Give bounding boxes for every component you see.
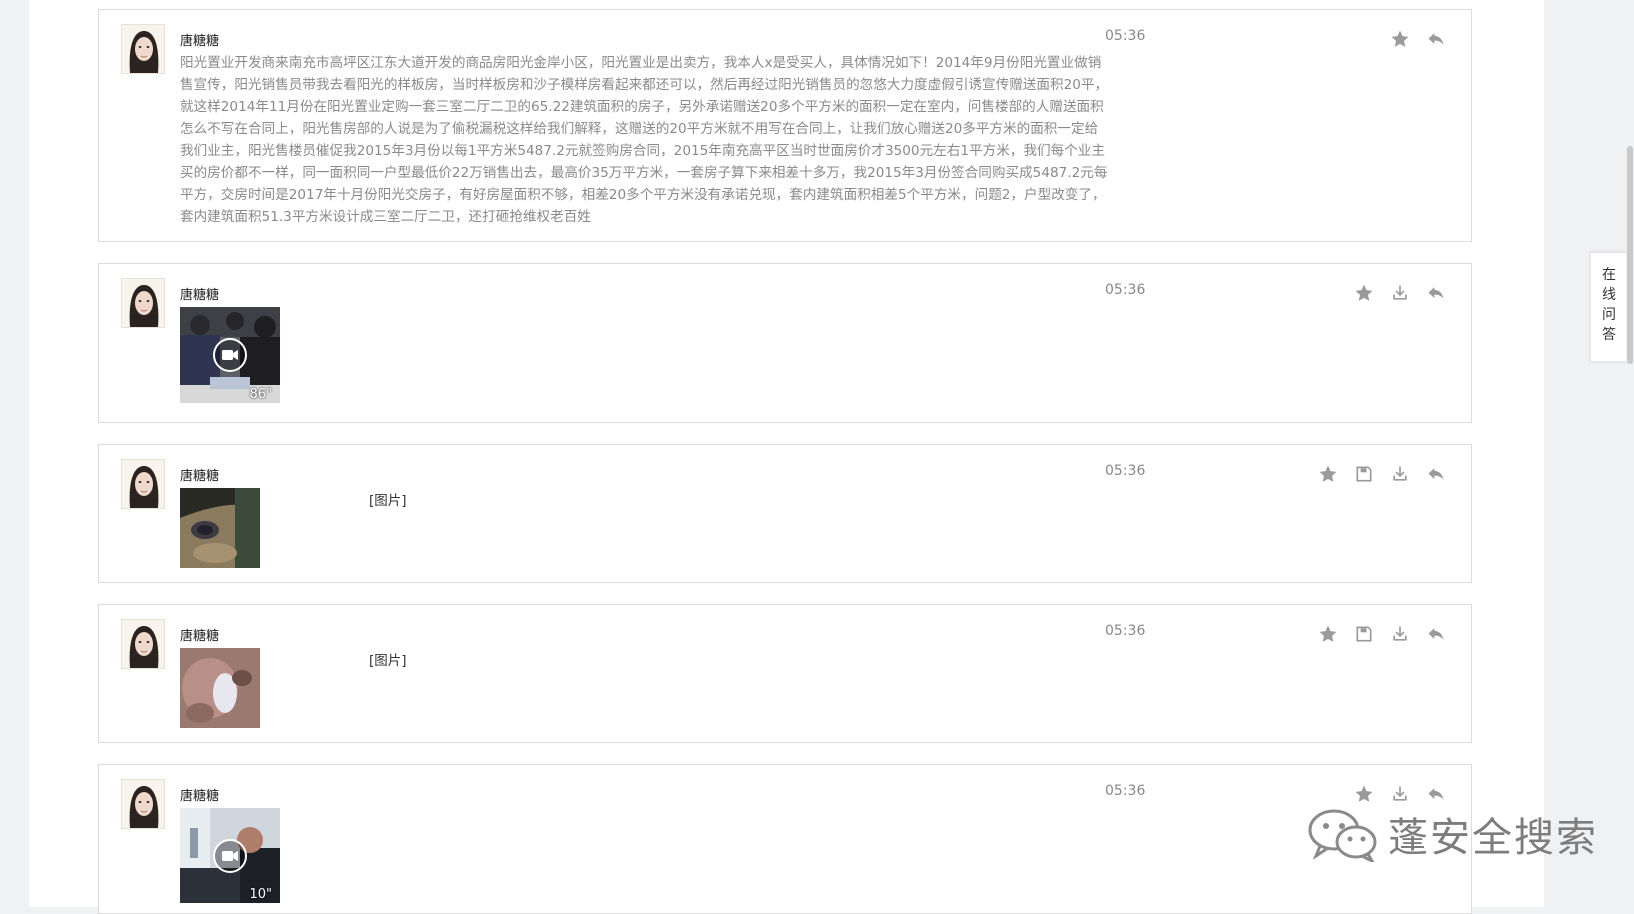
side-tab-char: 线: [1602, 287, 1616, 303]
avatar[interactable]: [121, 24, 165, 74]
video-thumbnail[interactable]: 10": [180, 808, 280, 903]
avatar[interactable]: [121, 619, 165, 669]
video-duration: 86": [249, 387, 272, 402]
sender-name: 唐糖糖: [180, 629, 220, 644]
message-time: 05:36: [1105, 28, 1146, 44]
message-time: 05:36: [1105, 282, 1146, 298]
message-card: 唐糖糖 05:36 [图片]: [98, 444, 1472, 583]
sender-name: 唐糖糖: [180, 34, 220, 49]
message-text: 阳光置业开发商来南充市高坪区江东大道开发的商品房阳光金岸小区，阳光置业是出卖方，…: [180, 55, 1109, 225]
message-card: 唐糖糖 05:36 阳光置业开发商来南充市高坪区江东大道开发的商品房阳光金岸小区…: [98, 9, 1472, 242]
side-tab-char: 答: [1602, 327, 1616, 343]
reply-icon[interactable]: [1425, 463, 1447, 485]
reply-icon[interactable]: [1425, 783, 1447, 805]
reply-icon[interactable]: [1425, 623, 1447, 645]
reply-icon[interactable]: [1425, 282, 1447, 304]
message-time: 05:36: [1105, 783, 1146, 799]
side-tab-char: 在: [1602, 267, 1616, 283]
message-actions: [1389, 28, 1447, 50]
download-icon[interactable]: [1389, 463, 1411, 485]
message-card: 唐糖糖 05:36 10": [98, 764, 1472, 914]
image-label: [图片]: [369, 653, 407, 669]
watermark-text: 蓬安全搜索: [1388, 815, 1598, 861]
star-icon[interactable]: [1353, 783, 1375, 805]
star-icon[interactable]: [1317, 623, 1339, 645]
side-tab-char: 问: [1602, 307, 1616, 323]
star-icon[interactable]: [1317, 463, 1339, 485]
avatar[interactable]: [121, 779, 165, 829]
message-actions: [1317, 623, 1447, 645]
message-actions: [1353, 282, 1447, 304]
message-time: 05:36: [1105, 463, 1146, 479]
scrollbar-thumb[interactable]: [1627, 146, 1633, 364]
reply-icon[interactable]: [1425, 28, 1447, 50]
download-icon[interactable]: [1389, 282, 1411, 304]
sender-name: 唐糖糖: [180, 469, 220, 484]
avatar[interactable]: [121, 278, 165, 328]
avatar[interactable]: [121, 459, 165, 509]
video-thumbnail[interactable]: 86": [180, 307, 280, 403]
message-actions: [1317, 463, 1447, 485]
download-icon[interactable]: [1389, 623, 1411, 645]
video-duration: 10": [249, 887, 272, 902]
video-camera-icon: [213, 338, 247, 372]
star-icon[interactable]: [1389, 28, 1411, 50]
sender-name: 唐糖糖: [180, 789, 220, 804]
download-icon[interactable]: [1389, 783, 1411, 805]
star-icon[interactable]: [1353, 282, 1375, 304]
message-actions: [1353, 783, 1447, 805]
watermark: 蓬安全搜索: [1306, 805, 1598, 863]
image-thumbnail[interactable]: [180, 648, 260, 728]
image-thumbnail[interactable]: [180, 488, 260, 568]
message-card: 唐糖糖 05:36 [图片]: [98, 604, 1472, 743]
image-label: [图片]: [369, 493, 407, 509]
sender-name: 唐糖糖: [180, 288, 220, 303]
message-card: 唐糖糖 05:36 86": [98, 263, 1472, 423]
video-camera-icon: [213, 838, 247, 873]
save-icon[interactable]: [1353, 463, 1375, 485]
message-time: 05:36: [1105, 623, 1146, 639]
scrollbar-track[interactable]: [1626, 0, 1634, 907]
online-qa-tab[interactable]: 在 线 问 答: [1590, 252, 1628, 362]
save-icon[interactable]: [1353, 623, 1375, 645]
wechat-logo-icon: [1308, 809, 1377, 862]
